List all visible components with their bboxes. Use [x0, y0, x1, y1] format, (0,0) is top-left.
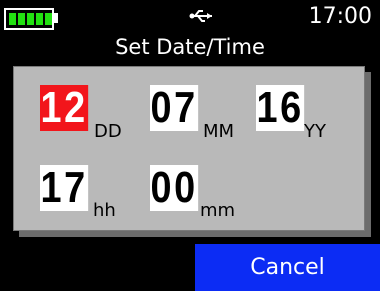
year-field[interactable]: 16	[256, 85, 305, 131]
usb-icon	[189, 10, 212, 22]
month-unit-label: MM	[203, 121, 235, 142]
minute-field[interactable]: 00	[150, 165, 199, 211]
day-unit-label: DD	[94, 121, 122, 142]
hour-field[interactable]: 17	[40, 165, 89, 211]
hour-unit-label: hh	[93, 200, 116, 221]
day-field[interactable]: 12	[40, 85, 89, 131]
status-clock: 17:00	[308, 4, 372, 29]
cancel-button[interactable]: Cancel	[195, 244, 380, 291]
battery-full-icon	[4, 8, 54, 30]
battery-tip	[54, 13, 58, 23]
month-field[interactable]: 07	[150, 85, 199, 131]
minute-unit-label: mm	[200, 200, 236, 221]
status-bar: 17:00	[0, 0, 380, 34]
page-title: Set Date/Time	[115, 35, 265, 59]
year-unit-label: YY	[304, 121, 326, 142]
